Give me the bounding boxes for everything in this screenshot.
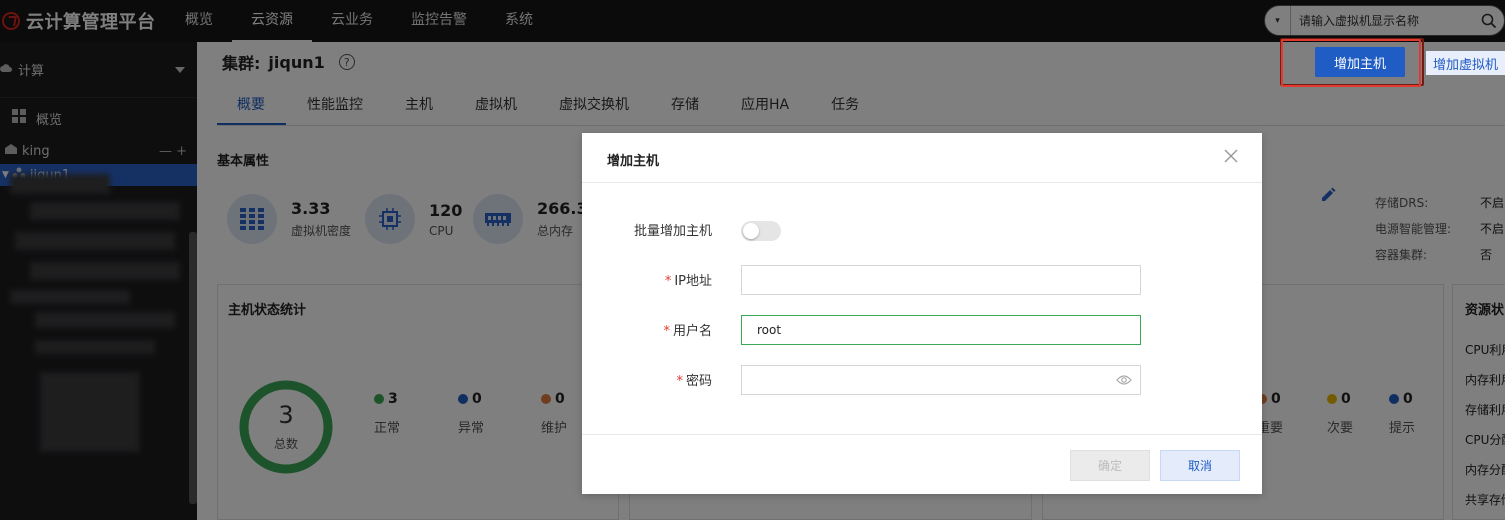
password-label: * 密码 [676,374,712,389]
username-row: * 用户名 [582,320,712,339]
dialog-footer: 确定 取消 [582,434,1262,494]
ip-row: * IP地址 [582,270,712,289]
batch-add-toggle[interactable] [741,221,781,241]
password-row: * 密码 [582,370,712,389]
confirm-button[interactable]: 确定 [1070,450,1150,481]
ip-address-field[interactable] [741,265,1141,295]
username-label: * 用户名 [663,324,712,339]
ip-label: * IP地址 [664,274,712,289]
batch-add-label: 批量增加主机 [633,224,712,239]
toggle-knob [743,223,759,239]
add-vm-button-highlighted[interactable]: 增加虚拟机 [1426,51,1505,75]
cancel-button[interactable]: 取消 [1160,450,1240,481]
add-host-button-highlighted[interactable]: 增加主机 [1315,47,1405,77]
batch-add-row: 批量增加主机 [582,220,712,239]
close-icon[interactable] [1222,147,1240,165]
password-field[interactable] [741,365,1141,395]
dialog-header: 增加主机 [582,133,1262,183]
required-mark: * [664,274,672,289]
required-mark: * [663,324,670,339]
username-field[interactable] [741,315,1141,345]
eye-icon[interactable] [1116,374,1132,386]
dialog-title: 增加主机 [607,154,660,169]
required-mark: * [676,374,683,389]
add-host-dialog: 增加主机 批量增加主机 *IP地址 *用户名 *密码 确定 取消 [582,133,1262,494]
